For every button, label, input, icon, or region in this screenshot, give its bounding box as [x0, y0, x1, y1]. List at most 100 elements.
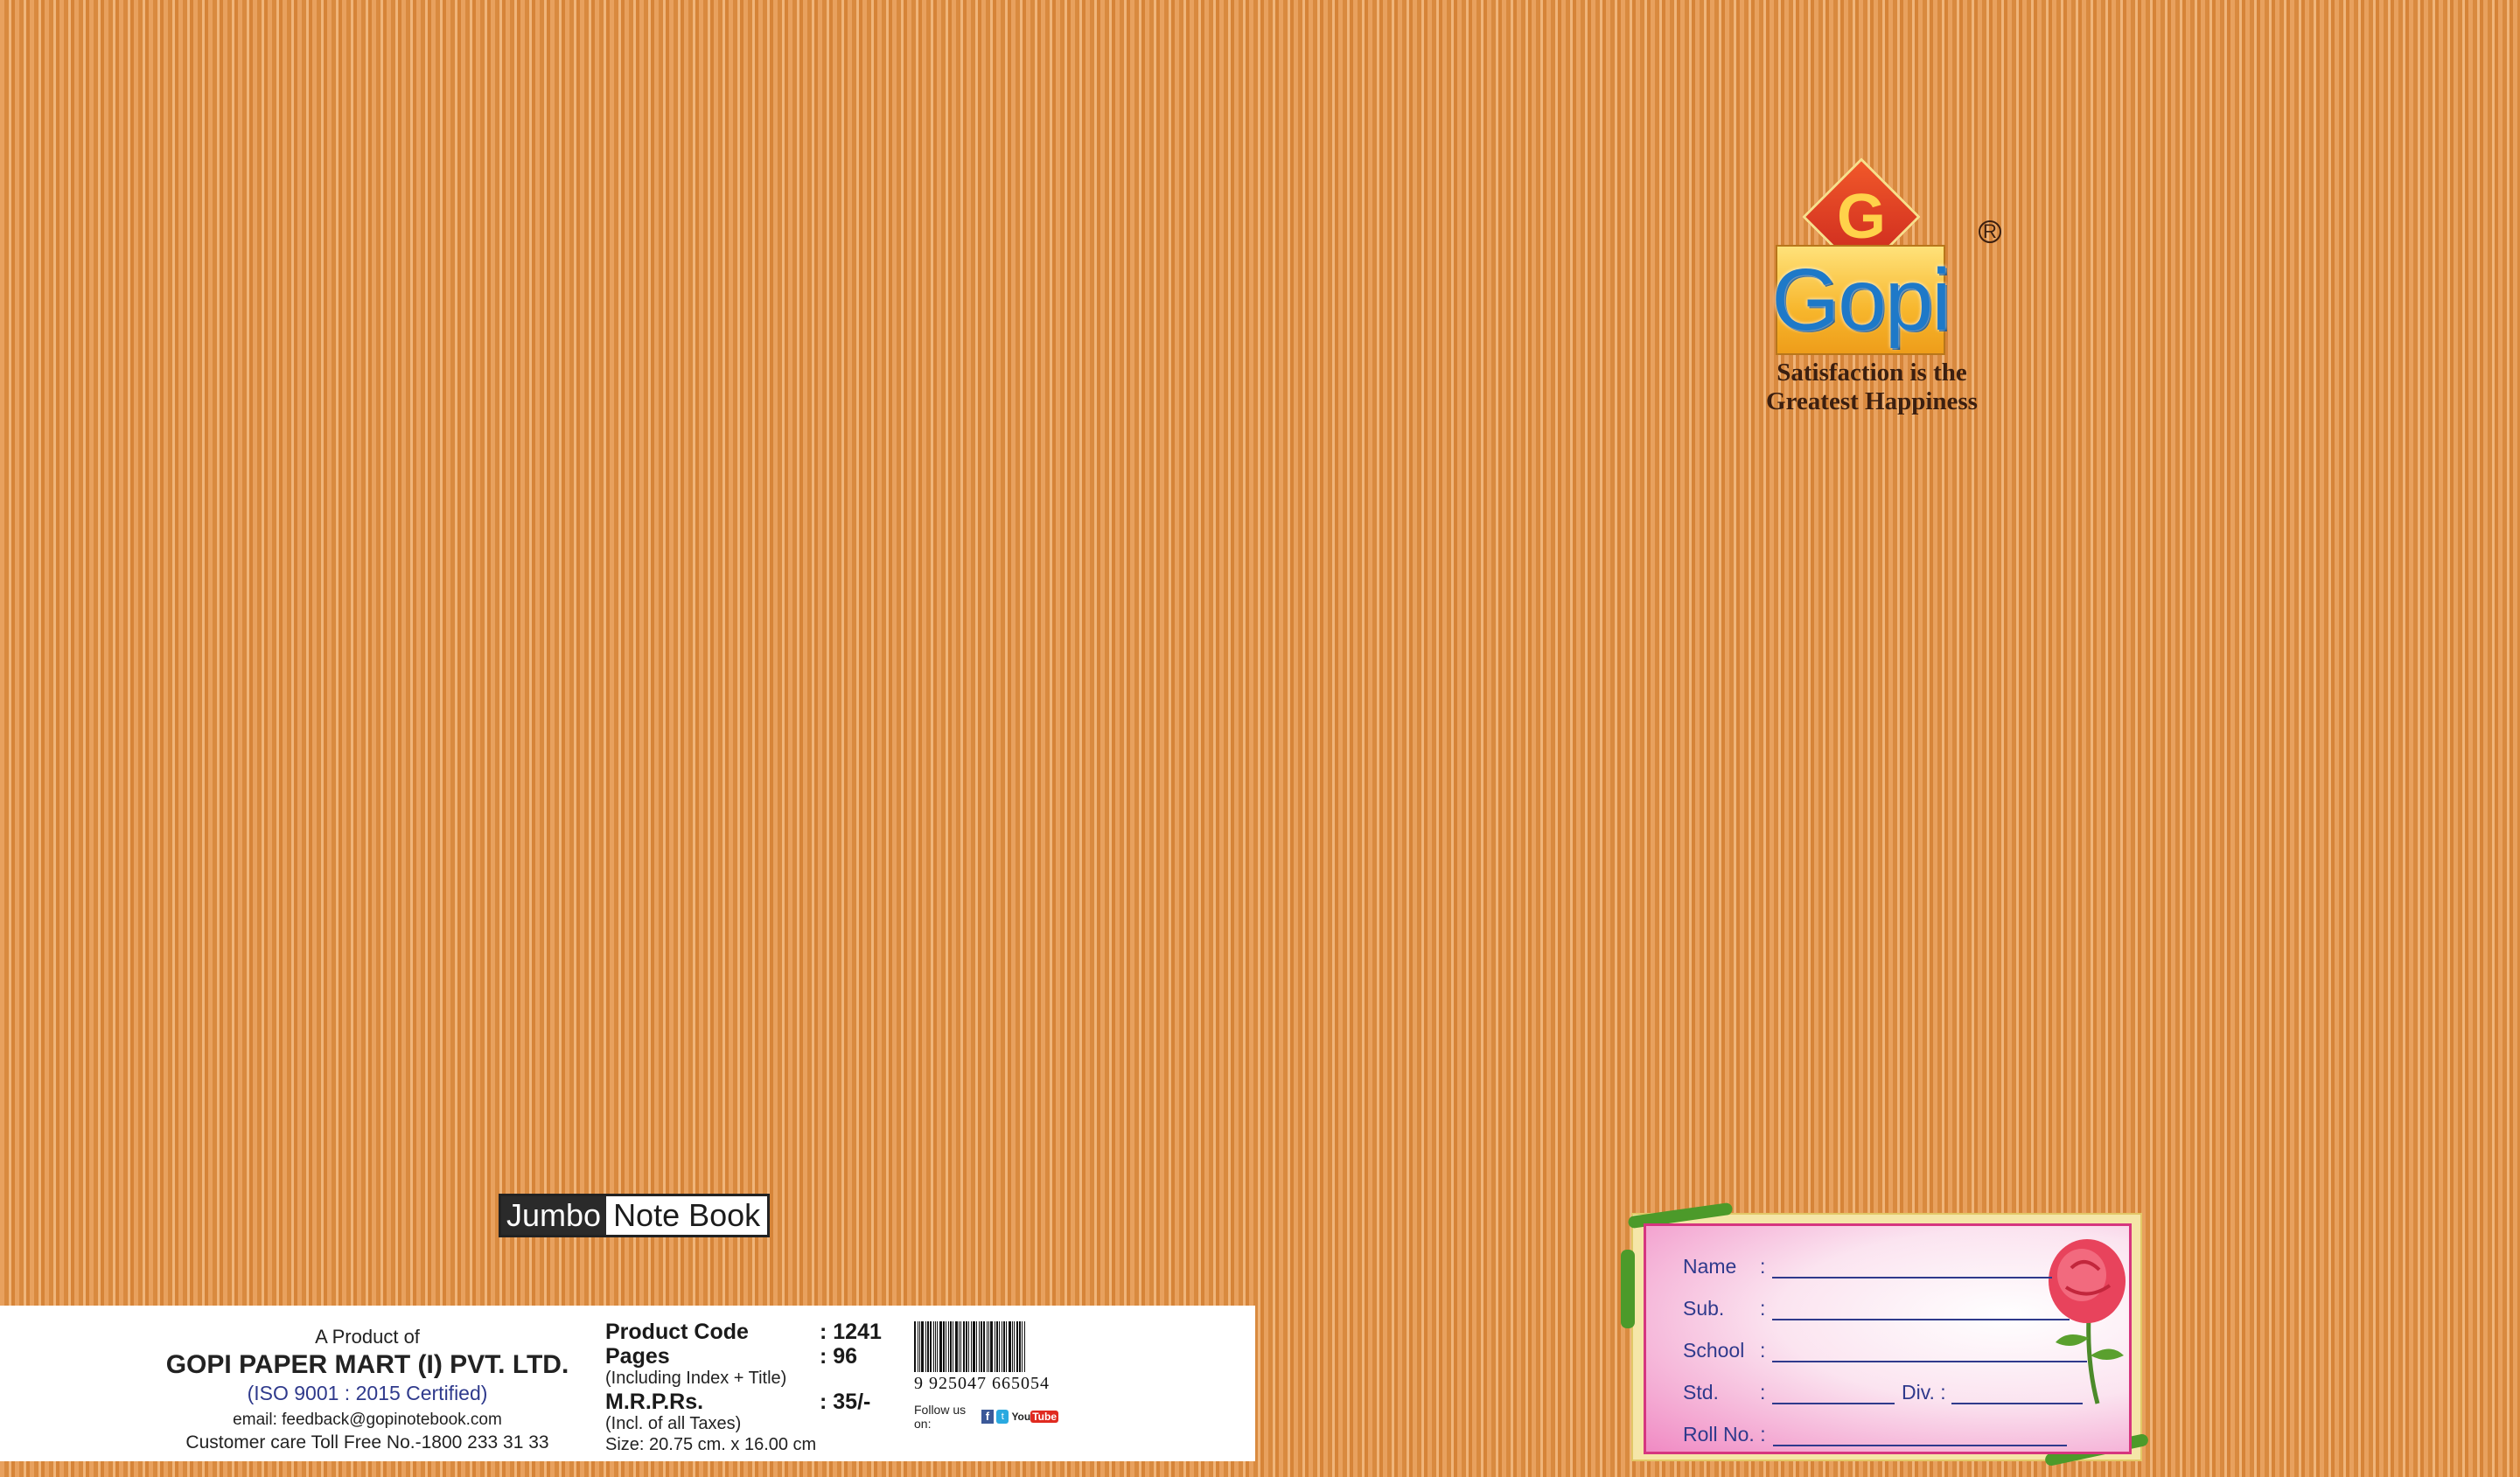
- barcode-bar: [1016, 1321, 1018, 1372]
- spec-pages-note: (Including Index + Title): [605, 1369, 787, 1388]
- product-type-part1: Jumbo: [501, 1196, 607, 1235]
- barcode-bar: [973, 1321, 975, 1372]
- barcode-bar: [939, 1321, 942, 1372]
- logo-box: Gopi: [1771, 245, 1951, 355]
- form-std-label: Std.: [1683, 1381, 1719, 1404]
- barcode-bar: [955, 1321, 958, 1372]
- company-name: GOPI PAPER MART (I) PVT. LTD.: [165, 1350, 569, 1379]
- barcode-bar: [919, 1321, 920, 1372]
- brand-tagline: Satisfaction is the Greatest Happiness: [1763, 359, 1981, 416]
- form-colon: :: [1760, 1297, 1766, 1320]
- company-iso: (ISO 9001 : 2015 Certified): [247, 1382, 488, 1404]
- youtube-tube: Tube: [1030, 1411, 1058, 1423]
- school-field[interactable]: [1772, 1341, 2087, 1362]
- div-field[interactable]: [1951, 1383, 2083, 1404]
- barcode-bar: [943, 1321, 945, 1372]
- form-school-label: School: [1683, 1339, 1745, 1362]
- form-row-name: Name :: [1683, 1252, 2052, 1278]
- barcode-bar: [979, 1321, 980, 1372]
- barcode-bar: [937, 1321, 938, 1372]
- info-panel: A Product of GOPI PAPER MART (I) PVT. LT…: [0, 1306, 1255, 1461]
- form-row-sub: Sub. :: [1683, 1294, 2070, 1320]
- form-div-label: Div. :: [1902, 1381, 1946, 1404]
- spec-size: Size: 20.75 cm. x 16.00 cm: [605, 1435, 817, 1454]
- company-intro: A Product of: [315, 1326, 420, 1348]
- barcode-bar: [960, 1321, 961, 1372]
- product-specs: Product Code : 1241 Pages : 96 (Includin…: [605, 1320, 894, 1456]
- form-roll-label: Roll No. :: [1683, 1423, 1766, 1446]
- spec-mrp-key: M.R.P.Rs.: [605, 1390, 704, 1414]
- barcode-bar: [1019, 1321, 1021, 1372]
- spec-size-row: Size: 20.75 cm. x 16.00 cm: [605, 1435, 894, 1456]
- roll-number-field[interactable]: [1772, 1425, 2067, 1446]
- form-colon: :: [1760, 1255, 1766, 1278]
- vine-decoration-icon: [1621, 1250, 1635, 1328]
- barcode-bar: [999, 1321, 1000, 1372]
- spec-mrp: M.R.P.Rs. : 35/-: [605, 1390, 894, 1414]
- social-follow: Follow us on: f t You Tube: [914, 1403, 1058, 1431]
- youtube-you: You: [1011, 1411, 1031, 1423]
- company-customer-care: Customer care Toll Free No.-1800 233 31 …: [185, 1432, 549, 1453]
- barcode-bar: [935, 1321, 936, 1372]
- barcode-digits: 9 925047 665054: [914, 1374, 1050, 1393]
- spec-pages-note-row: (Including Index + Title): [605, 1369, 894, 1390]
- product-type-label: Jumbo Note Book: [499, 1194, 771, 1237]
- company-info: A Product of GOPI PAPER MART (I) PVT. LT…: [149, 1325, 586, 1454]
- spec-pages: Pages : 96: [605, 1344, 894, 1369]
- barcode-bar: [1009, 1321, 1011, 1372]
- barcode-bar: [1024, 1321, 1025, 1372]
- company-email: email: feedback@gopinotebook.com: [233, 1411, 502, 1429]
- barcode-bar: [914, 1321, 916, 1372]
- form-name-label: Name: [1683, 1255, 1737, 1278]
- barcode-bar: [983, 1321, 985, 1372]
- spec-mrp-note: (Incl. of all Taxes): [605, 1414, 742, 1433]
- form-row-std: Std. : Div. :: [1683, 1378, 2083, 1404]
- std-field[interactable]: [1772, 1383, 1895, 1404]
- barcode-bar: [987, 1321, 988, 1372]
- form-sub-label: Sub.: [1683, 1297, 1725, 1320]
- spec-mrp-note-row: (Incl. of all Taxes): [605, 1414, 894, 1435]
- barcode-bar: [925, 1321, 926, 1372]
- barcode-bar: [976, 1321, 977, 1372]
- barcode-bar: [981, 1321, 982, 1372]
- name-label-card: Name : Sub. : School : Std. : Div. : Rol…: [1644, 1223, 2132, 1454]
- brand-logo: G Gopi R Satisfaction is the Greatest Ha…: [1766, 157, 2025, 420]
- facebook-icon[interactable]: f: [981, 1410, 995, 1424]
- spec-mrp-val: : 35/-: [820, 1390, 871, 1414]
- barcode-bar: [1003, 1321, 1005, 1372]
- tagline-line1: Satisfaction is the: [1777, 359, 1967, 387]
- barcode-bar: [988, 1321, 989, 1372]
- barcode-bar: [996, 1321, 998, 1372]
- barcode-bar: [971, 1321, 972, 1372]
- spec-product-code-key: Product Code: [605, 1320, 749, 1344]
- barcode-bar: [968, 1321, 969, 1372]
- barcode-bar: [927, 1321, 929, 1372]
- barcode-block: 9 925047 665054 Follow us on: f t You Tub…: [914, 1321, 1058, 1431]
- logo-word: Gopi: [1771, 251, 1951, 349]
- spec-pages-key: Pages: [605, 1344, 670, 1369]
- barcode-bar: [930, 1321, 932, 1372]
- youtube-icon[interactable]: You Tube: [1011, 1411, 1058, 1423]
- barcode-bar: [948, 1321, 949, 1372]
- spec-pages-val: : 96: [820, 1344, 858, 1369]
- spec-product-code: Product Code : 1241: [605, 1320, 894, 1344]
- subject-field[interactable]: [1772, 1299, 2070, 1320]
- name-label: Name : Sub. : School : Std. : Div. : Rol…: [1621, 1202, 2150, 1467]
- name-field[interactable]: [1772, 1258, 2052, 1278]
- twitter-icon[interactable]: t: [996, 1410, 1009, 1424]
- barcode-bar: [990, 1321, 993, 1372]
- form-colon: :: [1760, 1339, 1766, 1362]
- barcode-bar: [1006, 1321, 1007, 1372]
- barcode-bar: [1012, 1321, 1013, 1372]
- form-colon: :: [1760, 1381, 1766, 1404]
- form-row-roll: Roll No. :: [1683, 1420, 2067, 1446]
- barcode-bar: [1014, 1321, 1015, 1372]
- barcode-bar: [1022, 1321, 1023, 1372]
- form-row-school: School :: [1683, 1336, 2087, 1362]
- barcode-bar: [963, 1321, 965, 1372]
- spec-product-code-val: : 1241: [820, 1320, 882, 1344]
- barcode-bar: [950, 1321, 952, 1372]
- barcode-bar: [921, 1321, 924, 1372]
- tagline-line2: Greatest Happiness: [1766, 387, 1978, 415]
- product-type-part2: Note Book: [606, 1196, 768, 1235]
